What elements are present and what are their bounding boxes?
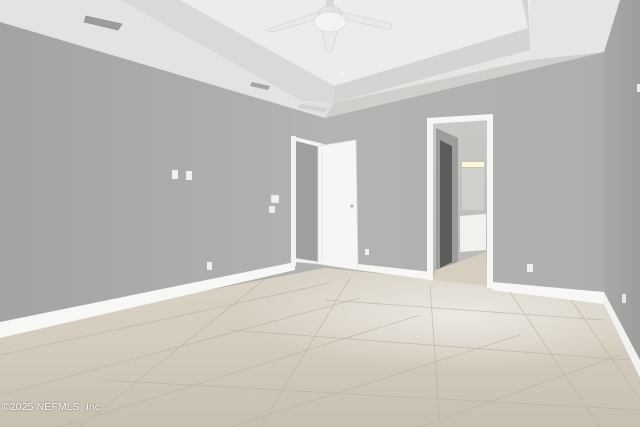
outlet-right-wall[interactable] — [622, 294, 626, 303]
door-knob[interactable] — [350, 204, 354, 208]
doorway-casing-right — [487, 116, 493, 288]
outlet-left-wall[interactable] — [207, 262, 212, 270]
light-switch-right[interactable] — [186, 171, 192, 180]
bathroom-mirror — [462, 168, 484, 210]
hallway-opening — [295, 140, 320, 262]
vanity-light-fixture — [462, 162, 484, 167]
room-photo: ©2025 NEFMLS, Inc — [0, 0, 640, 427]
light-switch-left[interactable] — [172, 170, 178, 179]
doorway-casing-left — [427, 120, 433, 280]
outlet-back-wall[interactable] — [365, 249, 369, 255]
outlet-back-wall-right[interactable] — [527, 264, 533, 272]
door-casing-left — [291, 136, 296, 268]
smoke-detector — [339, 71, 345, 77]
thermostat[interactable] — [270, 194, 280, 204]
bathroom-inner-door — [440, 140, 452, 268]
wall-plate — [269, 206, 275, 213]
bathroom-vanity — [460, 214, 486, 252]
empty-room-scene — [0, 0, 640, 427]
photo-watermark: ©2025 NEFMLS, Inc — [2, 401, 101, 413]
